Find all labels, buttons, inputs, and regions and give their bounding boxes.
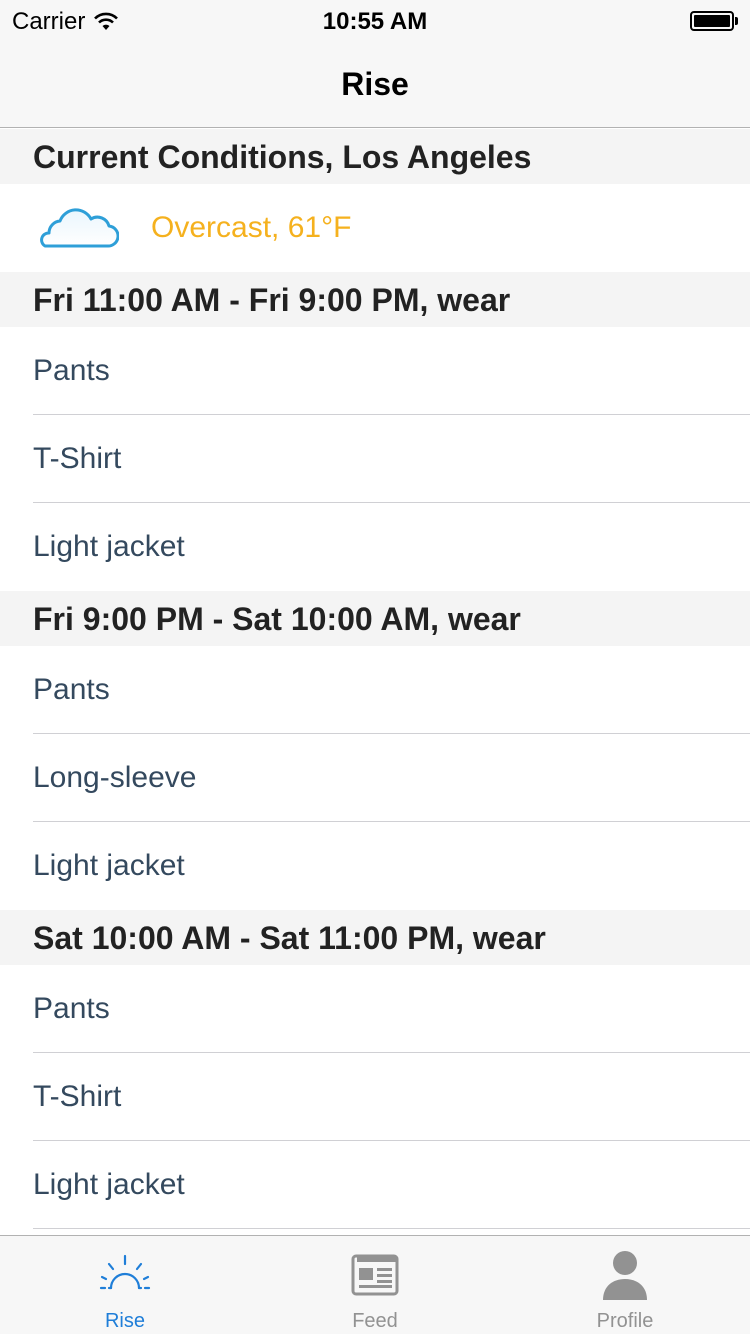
- list-item-label: Pants: [33, 992, 110, 1025]
- list-item-label: T-Shirt: [33, 442, 122, 475]
- list-item[interactable]: Light jacket: [0, 1141, 750, 1229]
- list-item[interactable]: Long-sleeve: [0, 734, 750, 822]
- sunrise-icon: [99, 1254, 151, 1290]
- list-item-label: Pants: [33, 673, 110, 706]
- list-item[interactable]: T-Shirt: [0, 1053, 750, 1141]
- list-item[interactable]: T-Shirt: [0, 415, 750, 503]
- status-bar: Carrier 10:55 AM: [0, 0, 750, 40]
- newspaper-icon: [351, 1254, 399, 1296]
- current-conditions-header: Current Conditions, Los Angeles: [0, 129, 750, 184]
- current-conditions-text: Overcast, 61°F: [151, 211, 352, 244]
- status-time: 10:55 AM: [322, 8, 428, 35]
- section-header: Sat 10:00 AM - Sat 11:00 PM, wear: [0, 910, 750, 965]
- section-header: Fri 11:00 AM - Fri 9:00 PM, wear: [0, 272, 750, 327]
- list-item-label: T-Shirt: [33, 1080, 122, 1113]
- person-icon: [603, 1251, 647, 1300]
- list-item[interactable]: Pants: [0, 646, 750, 734]
- list-item[interactable]: Pants: [0, 965, 750, 1053]
- tab-label: Profile: [596, 1310, 654, 1332]
- list-item[interactable]: Light jacket: [0, 503, 750, 591]
- list-item-label: Light jacket: [33, 1168, 185, 1201]
- tab-feed[interactable]: Feed: [250, 1236, 500, 1334]
- tab-label: Rise: [104, 1310, 145, 1332]
- page-title: Rise: [341, 66, 409, 102]
- battery-icon: [690, 11, 738, 31]
- tab-rise[interactable]: Rise: [0, 1236, 250, 1334]
- tab-profile[interactable]: Profile: [500, 1236, 750, 1334]
- list-item-label: Light jacket: [33, 849, 185, 882]
- list-item-label: Light jacket: [33, 530, 185, 563]
- tab-label: Feed: [352, 1310, 398, 1332]
- section-header: Fri 9:00 PM - Sat 10:00 AM, wear: [0, 591, 750, 646]
- current-conditions-row: Overcast, 61°F: [0, 184, 750, 272]
- navigation-bar: Rise: [0, 40, 750, 128]
- list-item-label: Pants: [33, 354, 110, 387]
- list-item[interactable]: Pants: [0, 327, 750, 415]
- list-item-label: Long-sleeve: [33, 761, 197, 794]
- cloud-icon: [40, 208, 119, 248]
- row-separator: [33, 1228, 750, 1229]
- forecast-list[interactable]: Current Conditions, Los Angeles Overcast…: [0, 129, 750, 1235]
- tab-bar: Rise Feed Profile: [0, 1235, 750, 1334]
- list-item[interactable]: Light jacket: [0, 822, 750, 910]
